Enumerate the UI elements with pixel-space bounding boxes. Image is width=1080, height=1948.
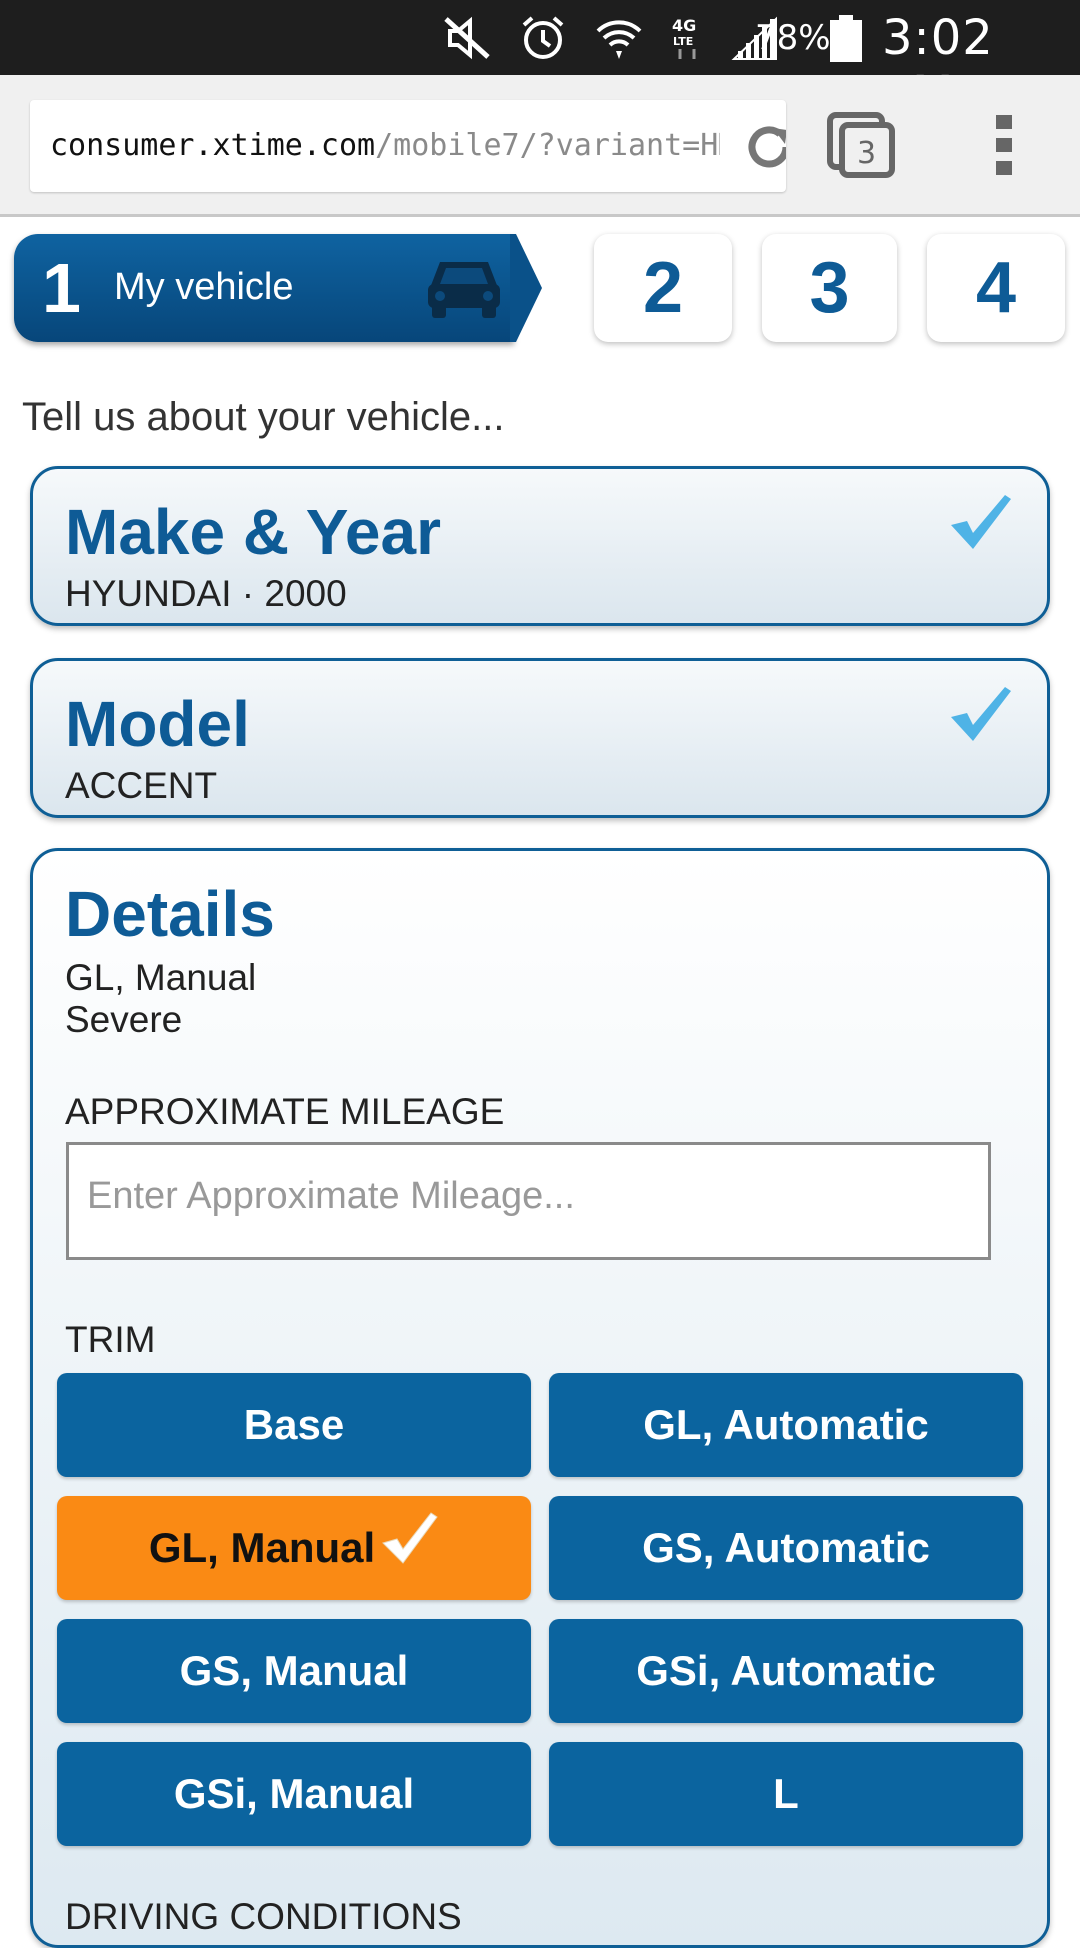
mileage-input[interactable]: Enter Approximate Mileage... — [66, 1142, 991, 1260]
url-host: consumer.xtime.com — [50, 128, 376, 163]
step-1-arrow — [510, 234, 542, 342]
wifi-icon — [594, 13, 644, 63]
trim-button-gs-manual[interactable]: GS, Manual — [57, 1619, 531, 1723]
url-text[interactable]: consumer.xtime.com/mobile7/?variant=HMA8 — [50, 128, 720, 163]
trim-button-gl-automatic[interactable]: GL, Automatic — [549, 1373, 1023, 1477]
make-year-card[interactable]: Make & Year HYUNDAI · 2000 — [30, 466, 1050, 626]
trim-button-gl-manual[interactable]: GL, Manual — [57, 1496, 531, 1600]
car-icon — [424, 254, 504, 327]
alarm-icon — [518, 13, 568, 63]
trim-button-gsi-automatic[interactable]: GSi, Automatic — [549, 1619, 1023, 1723]
status-bar: 4GLTE 78% 3:02 PM — [0, 0, 1080, 122]
intro-text: Tell us about your vehicle... — [22, 395, 505, 439]
step-3[interactable]: 3 — [762, 234, 897, 342]
trim-button-label: GL, Manual — [148, 1524, 376, 1571]
model-card[interactable]: Model ACCENT — [30, 658, 1050, 818]
step-number: 1 — [42, 249, 81, 327]
battery-percentage: 78% — [755, 18, 831, 58]
trim-label: TRIM — [65, 1319, 156, 1360]
make-year-title: Make & Year — [65, 496, 441, 568]
make-year-value: HYUNDAI · 2000 — [65, 573, 347, 614]
4g-lte-icon: 4G LTE — [670, 13, 704, 63]
step-1-my-vehicle[interactable]: 1 My vehicle — [14, 234, 514, 342]
checkmark-icon — [379, 1499, 439, 1603]
trim-button-gsi-manual[interactable]: GSi, Manual — [57, 1742, 531, 1846]
checkmark-icon — [947, 491, 1013, 556]
driving-conditions-label: DRIVING CONDITIONS — [65, 1896, 462, 1937]
url-bar[interactable]: consumer.xtime.com/mobile7/?variant=HMA8 — [30, 100, 786, 192]
svg-text:4G: 4G — [672, 16, 696, 35]
trim-button-gs-automatic[interactable]: GS, Automatic — [549, 1496, 1023, 1600]
model-title: Model — [65, 688, 250, 760]
details-card: Details GL, Manual Severe APPROXIMATE MI… — [30, 848, 1050, 1948]
status-icons: 4G LTE — [442, 10, 780, 66]
model-value: ACCENT — [65, 765, 218, 806]
mute-icon — [442, 13, 492, 63]
url-path: /mobile7/?variant=HMA8 — [375, 128, 720, 163]
tabs-button[interactable]: 3 — [826, 111, 896, 186]
details-title: Details — [65, 878, 275, 950]
trim-button-base[interactable]: Base — [57, 1373, 531, 1477]
step-4[interactable]: 4 — [927, 234, 1065, 342]
reload-icon[interactable] — [742, 120, 786, 179]
trim-button-l[interactable]: L — [549, 1742, 1023, 1846]
overflow-menu-icon[interactable] — [993, 113, 1015, 182]
tab-count: 3 — [857, 136, 876, 171]
mileage-label: APPROXIMATE MILEAGE — [65, 1091, 505, 1132]
battery-icon — [828, 14, 864, 64]
details-condition-value: Severe — [65, 999, 183, 1040]
svg-text:LTE: LTE — [673, 35, 693, 48]
step-label: My vehicle — [114, 266, 294, 308]
step-2[interactable]: 2 — [594, 234, 732, 342]
browser-toolbar: consumer.xtime.com/mobile7/?variant=HMA8… — [0, 75, 1080, 217]
details-trim-value: GL, Manual — [65, 957, 257, 998]
checkmark-icon — [947, 683, 1013, 748]
